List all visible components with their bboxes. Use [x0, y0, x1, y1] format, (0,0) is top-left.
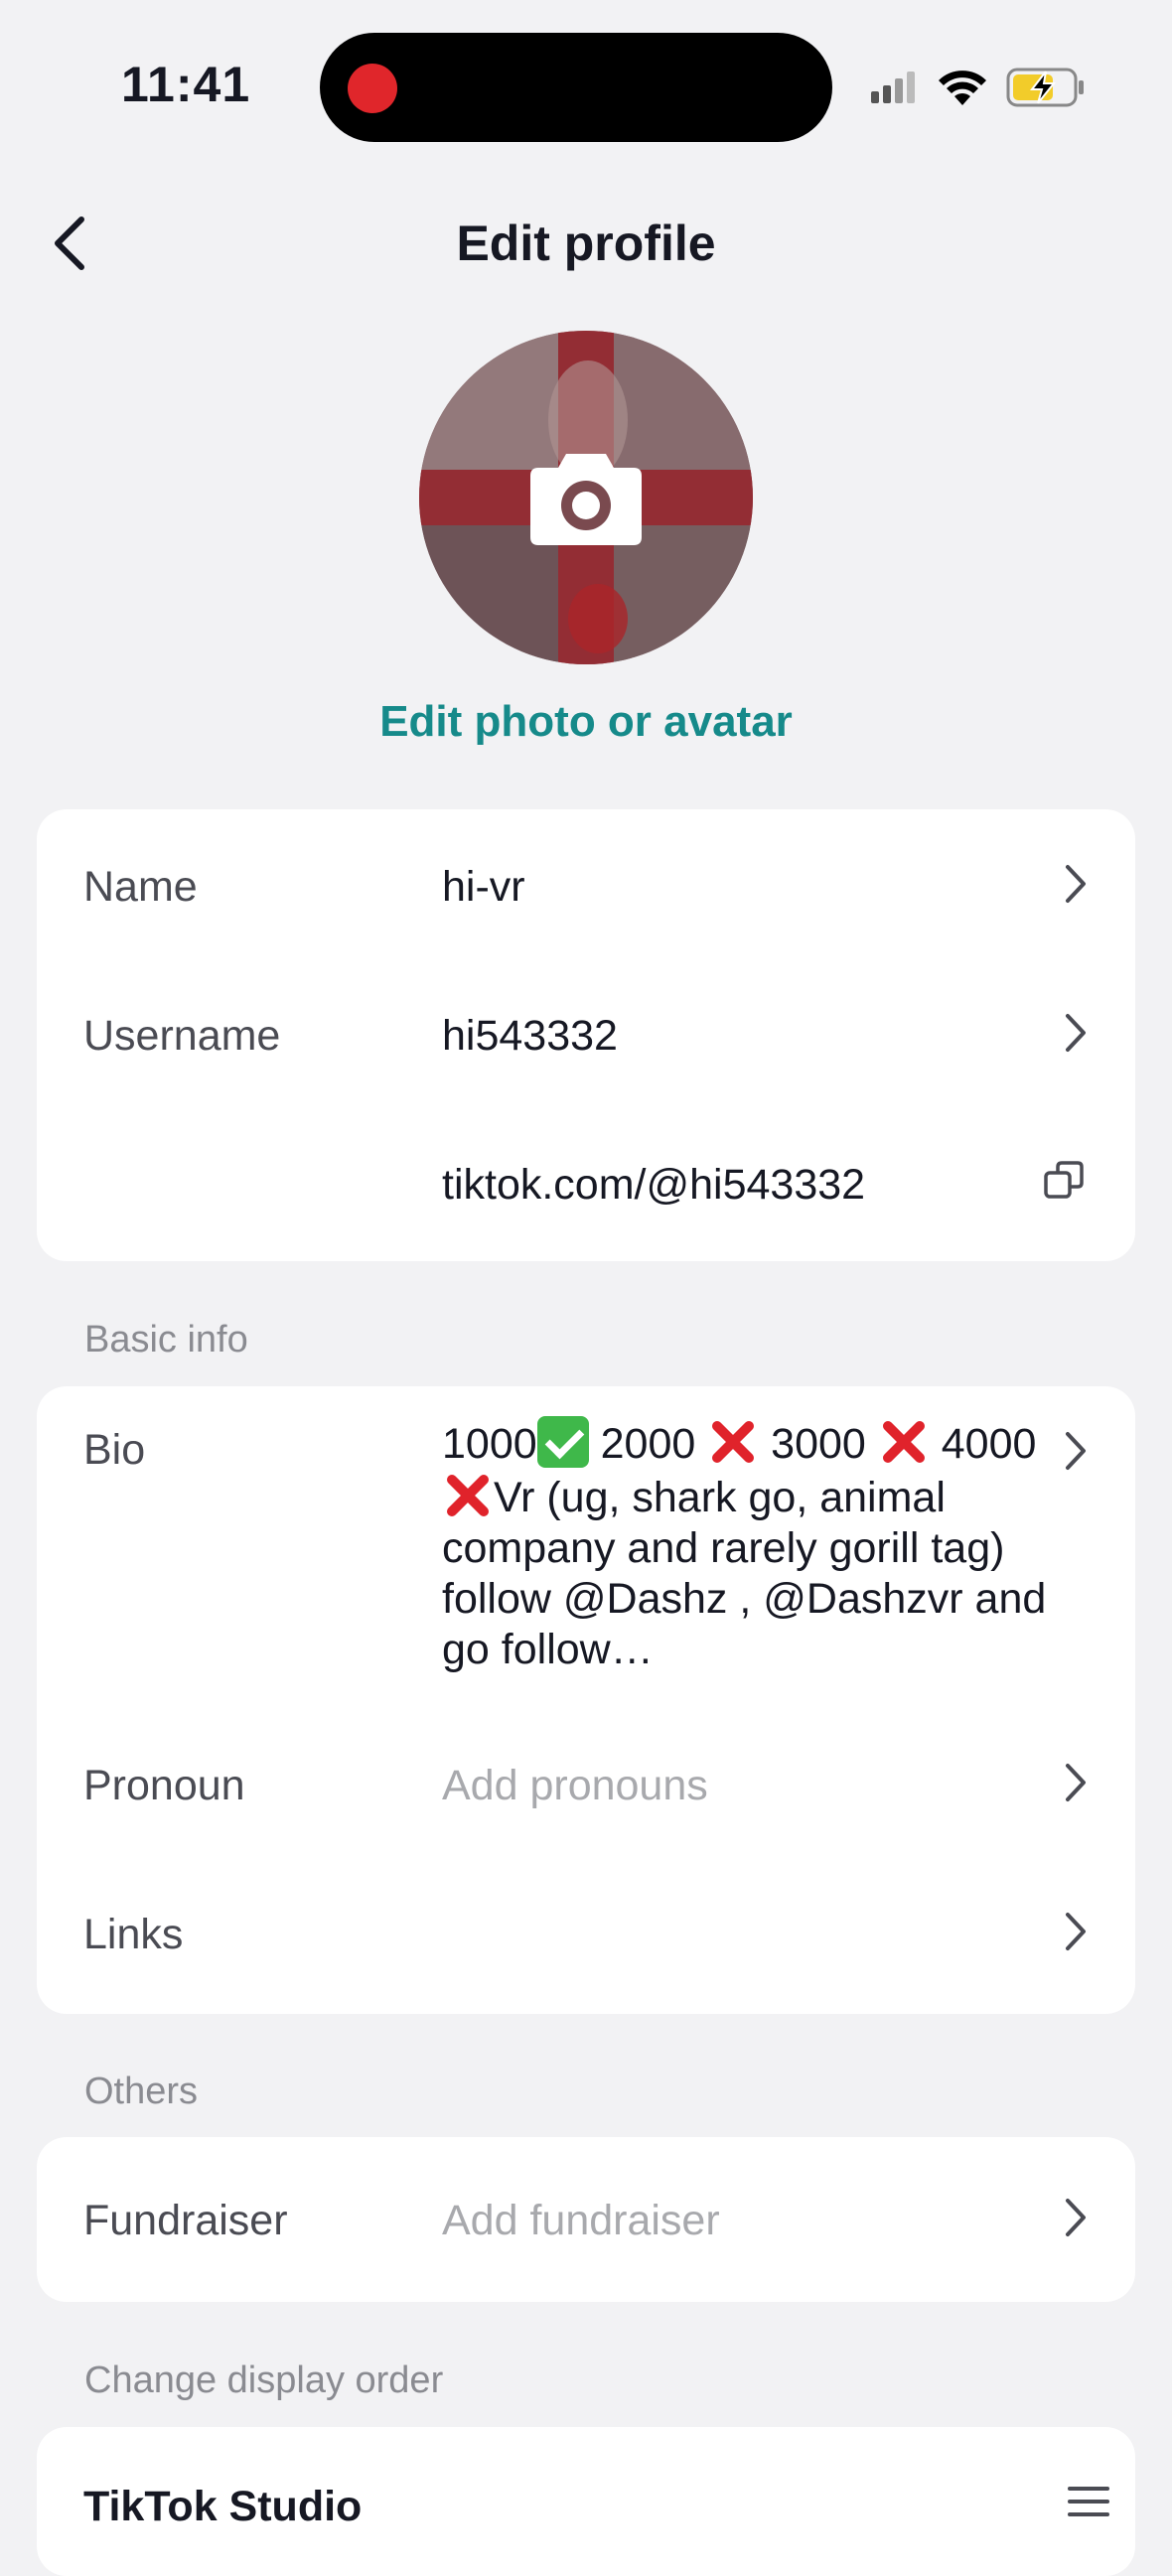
- status-bar: 11:41: [0, 0, 1172, 169]
- pronoun-placeholder: Add pronouns: [442, 1762, 708, 1809]
- profile-link-value: tiktok.com/@hi543332: [442, 1161, 866, 1209]
- bio-text: 4000: [941, 1420, 1037, 1468]
- username-row[interactable]: Username hi543332: [37, 958, 1135, 1107]
- bio-row[interactable]: Bio 1000 2000 3000 4000 Vr (ug, shark go,…: [37, 1386, 1135, 1714]
- links-row[interactable]: Links: [37, 1863, 1135, 2012]
- fundraiser-placeholder: Add fundraiser: [442, 2197, 720, 2244]
- fundraiser-label: Fundraiser: [83, 2197, 288, 2244]
- signal-icon: [871, 72, 915, 103]
- drag-handle-icon[interactable]: [1068, 2485, 1109, 2518]
- status-icons: [871, 68, 1084, 107]
- section-title-display-order: Change display order: [84, 2360, 444, 2401]
- links-label: Links: [83, 1911, 184, 1958]
- recording-indicator-icon: [348, 64, 397, 113]
- pronoun-label: Pronoun: [83, 1762, 245, 1809]
- others-card: Fundraiser Add fundraiser: [37, 2137, 1135, 2302]
- check-mark-icon: [536, 1416, 589, 1468]
- camera-icon[interactable]: [526, 444, 646, 547]
- chevron-right-icon: [1066, 1432, 1086, 1470]
- basic-info-card: Bio 1000 2000 3000 4000 Vr (ug, shark go,…: [37, 1386, 1135, 2014]
- copy-icon[interactable]: [1042, 1159, 1086, 1203]
- display-order-item-label: TikTok Studio: [83, 2483, 363, 2530]
- bio-text: 1000: [442, 1420, 537, 1468]
- display-order-card: TikTok Studio: [37, 2427, 1135, 2576]
- profile-card: Name hi-vr Username hi543332 tiktok.com/…: [37, 809, 1135, 1261]
- battery-charging-icon: [1006, 68, 1084, 107]
- bio-text: Vr (ug, shark go, animal company and rar…: [442, 1474, 1047, 1673]
- status-time: 11:41: [121, 57, 251, 112]
- chevron-right-icon: [1066, 1913, 1086, 1950]
- username-label: Username: [83, 1012, 281, 1060]
- name-label: Name: [83, 863, 198, 911]
- cross-mark-icon: [447, 1475, 489, 1516]
- chevron-right-icon: [1066, 2199, 1086, 2236]
- edit-photo-link[interactable]: Edit photo or avatar: [0, 697, 1172, 747]
- chevron-right-icon: [1066, 865, 1086, 903]
- bio-label: Bio: [83, 1426, 146, 1474]
- pronoun-row[interactable]: Pronoun Add pronouns: [37, 1714, 1135, 1863]
- chevron-right-icon: [1066, 1014, 1086, 1052]
- bio-text: 3000: [759, 1420, 878, 1468]
- profile-link-row[interactable]: tiktok.com/@hi543332: [37, 1107, 1135, 1256]
- fundraiser-row[interactable]: Fundraiser Add fundraiser: [37, 2137, 1135, 2302]
- page-title: Edit profile: [456, 215, 716, 271]
- bio-text: 2000: [588, 1420, 708, 1468]
- cross-mark-icon: [882, 1421, 925, 1463]
- name-value: hi-vr: [442, 863, 525, 911]
- bio-value: 1000 2000 3000 4000 Vr (ug, shark go, ani…: [442, 1416, 1058, 1675]
- name-row[interactable]: Name hi-vr: [37, 809, 1135, 958]
- chevron-right-icon: [1066, 1764, 1086, 1801]
- section-title-others: Others: [84, 2071, 199, 2112]
- section-title-basic-info: Basic info: [84, 1319, 248, 1360]
- cross-mark-icon: [712, 1421, 755, 1463]
- display-order-item[interactable]: TikTok Studio: [37, 2427, 1135, 2576]
- username-value: hi543332: [442, 1012, 618, 1060]
- header: Edit profile: [0, 189, 1172, 298]
- wifi-icon: [939, 71, 986, 105]
